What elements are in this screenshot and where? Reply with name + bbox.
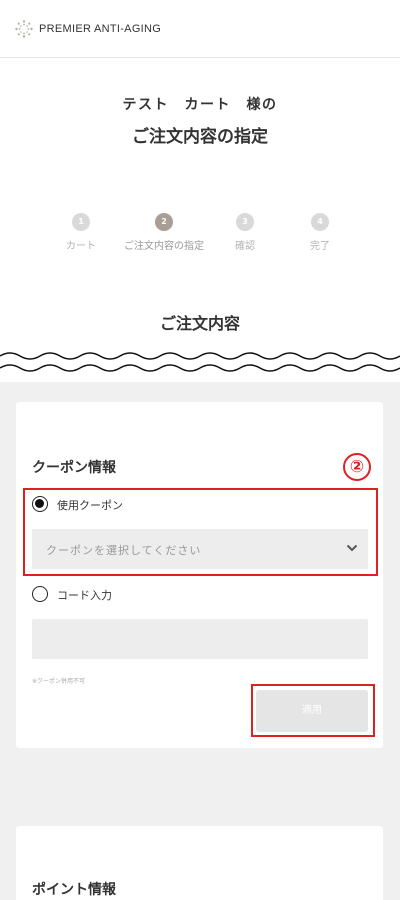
code-input-label[interactable]: コード入力 [57, 587, 112, 603]
site-header: PREMIER ANTI-AGING [0, 0, 400, 58]
coupon-note: ※クーポン併用不可 [32, 678, 86, 685]
step-complete: 4 完了 [270, 209, 370, 252]
coupon-heading: クーポン情報 [32, 460, 116, 476]
wave-divider [0, 352, 400, 372]
step-number: 2 [155, 213, 173, 231]
coupon-code-field[interactable] [32, 619, 368, 659]
annotation-badge: ② [343, 453, 371, 481]
point-heading: ポイント情報 [32, 882, 116, 898]
step-number: 3 [236, 213, 254, 231]
sunburst-logo-icon [15, 20, 33, 38]
annotation-highlight-coupon-select [23, 488, 378, 576]
page-title: ご注文内容の指定 [132, 127, 268, 147]
brand-logo[interactable]: PREMIER ANTI-AGING [14, 19, 161, 39]
customer-greeting: テスト カート 様の [122, 97, 278, 113]
progress-steps: 1 カート 2 ご注文内容の指定 3 確認 4 完了 [46, 209, 356, 257]
step-number: 4 [311, 213, 329, 231]
brand-name: PREMIER ANTI-AGING [39, 23, 162, 35]
code-input-radio[interactable] [32, 586, 48, 602]
section-title: ご注文内容 [159, 314, 240, 333]
step-number: 1 [72, 213, 90, 231]
step-label: 完了 [310, 241, 330, 252]
annotation-highlight-apply-button [251, 684, 375, 737]
